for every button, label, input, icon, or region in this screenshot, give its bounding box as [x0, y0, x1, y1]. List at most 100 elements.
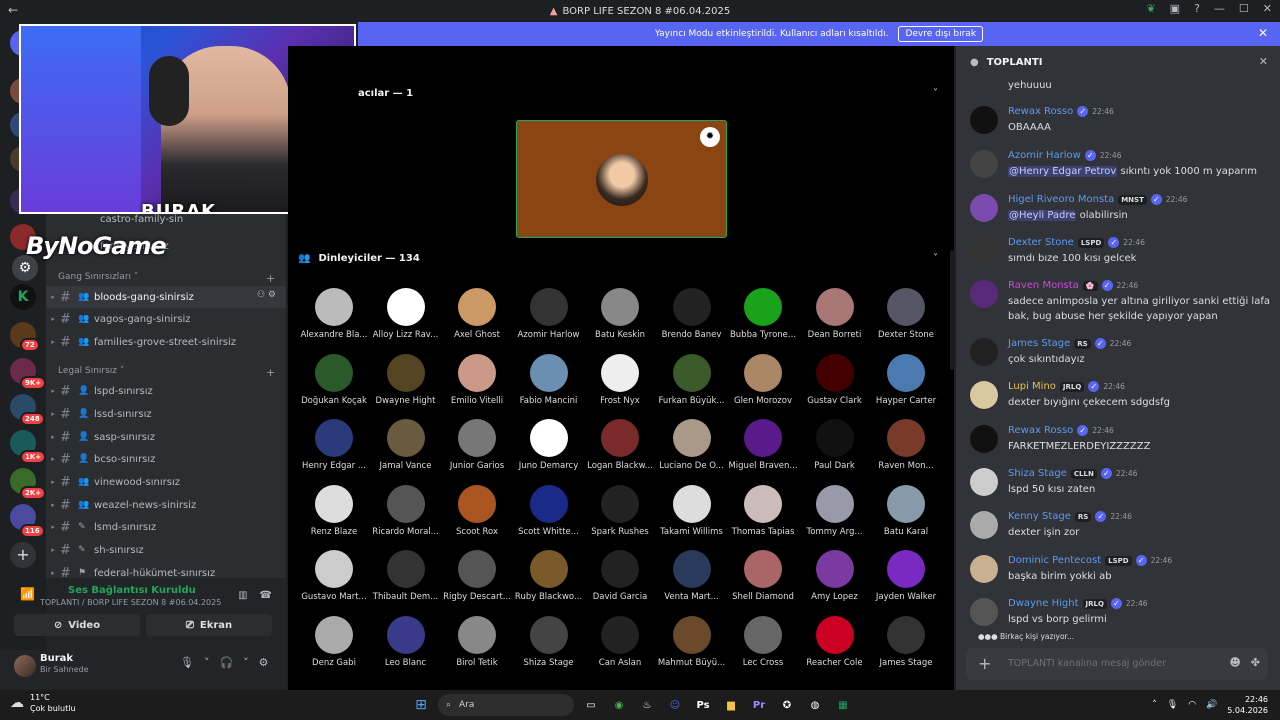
audience-member[interactable]: Fabio Mancini [513, 353, 585, 406]
audience-member[interactable]: Alexandre Bla... [298, 288, 370, 340]
audience-member[interactable]: Rigby Descart... [441, 550, 513, 602]
emoji-icon[interactable]: ☻ [1229, 656, 1240, 669]
disconnect-icon[interactable]: ☎ [260, 590, 272, 601]
minimize-icon[interactable]: — [1214, 2, 1225, 15]
microphone-icon[interactable]: 🎙 [180, 656, 194, 669]
channel-settings-icon[interactable]: ⚇ ⚙ [257, 290, 276, 300]
add-attachment-icon[interactable]: + [978, 654, 991, 673]
avatar[interactable] [970, 511, 998, 539]
audience-member[interactable]: Lec Cross [727, 615, 799, 668]
audience-member[interactable]: Ruby Blackwo... [513, 550, 585, 602]
avatar[interactable] [14, 655, 36, 677]
channel-item[interactable]: ▸ # 👥 vinewood-sınırsız [46, 471, 286, 493]
audience-member[interactable]: Frost Nyx [584, 353, 656, 406]
avatar[interactable] [970, 425, 998, 453]
avatar[interactable] [970, 106, 998, 134]
channel-item[interactable]: ▸ # ⚑ federal-hükümet-sınırsız [46, 562, 286, 579]
audience-member[interactable]: Jayden Walker [870, 550, 942, 602]
avatar[interactable] [970, 598, 998, 626]
start-icon[interactable]: ⊞ [410, 694, 432, 716]
audience-member[interactable]: David Garcia [584, 550, 656, 602]
audience-member[interactable]: Paul Dark [799, 419, 871, 471]
channel-item[interactable]: ▸ # 👤 lspd-sınırsız [46, 380, 286, 402]
audience-member[interactable]: Scott Whitte... [513, 484, 585, 537]
author-name[interactable]: Lupi Mino [1008, 381, 1056, 392]
audience-member[interactable]: Batu Keskin [584, 288, 656, 340]
author-name[interactable]: Higel Riveoro Monsta [1008, 194, 1114, 205]
leaf-icon[interactable]: ❦ [1146, 2, 1155, 15]
audience-member[interactable]: Venta Mart... [656, 550, 728, 602]
channel-item[interactable]: ▸ # 👥 bloods-gang-sinirsiz ⚇ ⚙ [46, 286, 286, 308]
voice-channel-path[interactable]: TOPLANTI / BORP LIFE SEZON 8 #06.04.2025 [40, 598, 221, 607]
channel-item[interactable]: ▸ # 👥 vagos-gang-sinirsiz [46, 308, 286, 330]
obs-icon[interactable]: ◍ [804, 694, 826, 716]
audience-member[interactable]: Doğukan Koçak [298, 353, 370, 406]
chevron-down-icon[interactable]: ˅ [204, 656, 210, 669]
author-name[interactable]: Dwayne Hight [1008, 598, 1079, 609]
channel-item[interactable]: ▸ # ✎ sh-sınırsız [46, 539, 286, 561]
speakers-header[interactable]: acılar — 1 ˅ [358, 88, 948, 108]
author-name[interactable]: James Stage [1008, 338, 1070, 349]
author-name[interactable]: Rewax Rosso [1008, 425, 1073, 436]
audience-member[interactable]: Scoot Rox [441, 484, 513, 537]
discord-icon[interactable]: ☺ [664, 694, 686, 716]
avatar[interactable] [970, 150, 998, 178]
folder-icon[interactable]: ▆ [720, 694, 742, 716]
speaker-tile[interactable]: ✹ [516, 120, 727, 238]
task-view-icon[interactable]: ▭ [580, 694, 602, 716]
audience-member[interactable]: Alloy Lizz Rav... [370, 288, 442, 340]
user-mention[interactable]: @Heyli Padre [1008, 210, 1077, 221]
audience-member[interactable]: Batu Karal [870, 484, 942, 537]
audience-member[interactable]: Ricardo Moral... [370, 484, 442, 537]
excel-icon[interactable]: ▦ [832, 694, 854, 716]
help-icon[interactable]: ? [1194, 2, 1200, 15]
kick-server-icon[interactable]: K [10, 284, 36, 310]
author-name[interactable]: Dexter Stone [1008, 237, 1074, 248]
steam-icon[interactable]: ♨ [636, 694, 658, 716]
user-name[interactable]: Burak [40, 653, 73, 664]
screen-icon[interactable]: ▣ [1170, 2, 1180, 15]
audience-member[interactable]: Shell Diamond [727, 550, 799, 602]
audience-member[interactable]: Shiza Stage [513, 615, 585, 668]
channel-item[interactable]: ▸ # ✎ lsmd-sınırsız [46, 516, 286, 538]
close-icon[interactable]: ✕ [1259, 55, 1268, 68]
audience-member[interactable]: Takami Willims [656, 484, 728, 537]
audience-member[interactable]: Gustavo Mart... [298, 550, 370, 602]
author-name[interactable]: Raven Monsta [1008, 280, 1079, 291]
clock[interactable]: 22:46 5.04.2026 [1227, 694, 1268, 716]
audience-member[interactable]: Mahmut Büyü... [656, 615, 728, 668]
audience-member[interactable]: Furkan Büyük... [656, 353, 728, 406]
category-gang[interactable]: Gang Sınırsızları ˅ + [58, 272, 275, 285]
audience-member[interactable]: Thibault Dem... [370, 550, 442, 602]
audience-member[interactable]: James Stage [870, 615, 942, 668]
chevron-down-icon[interactable]: ˅ [243, 656, 249, 669]
channel-item[interactable]: ▸ # 👥 weazel-news-sinirsiz [46, 494, 286, 516]
close-icon[interactable]: ✕ [1258, 26, 1268, 40]
audience-member[interactable]: Spark Rushes [584, 484, 656, 537]
settings-icon[interactable]: ⚙ [259, 656, 269, 669]
audience-member[interactable]: Dean Borreti [799, 288, 871, 340]
screen-share-button[interactable]: ⎚ Ekran [146, 614, 272, 636]
video-button[interactable]: ⊘ Video [14, 614, 140, 636]
microphone-icon[interactable]: 🎙 [1167, 700, 1178, 710]
avatar[interactable] [970, 237, 998, 265]
headphones-icon[interactable]: 🎧 [219, 656, 233, 669]
chevron-down-icon[interactable]: ˅ [933, 88, 938, 99]
audience-member[interactable]: Renz Blaze [298, 484, 370, 537]
audience-member[interactable]: Juno Demarcy [513, 419, 585, 471]
audience-member[interactable]: Tommy Arg... [799, 484, 871, 537]
audience-member[interactable]: Miguel Braven... [727, 419, 799, 471]
avatar[interactable] [970, 280, 998, 308]
soundboard-icon[interactable]: ▥ [238, 590, 247, 601]
audience-member[interactable]: Hayper Carter [870, 353, 942, 406]
close-window-icon[interactable]: ✕ [1263, 2, 1272, 15]
chrome-icon[interactable]: ◉ [608, 694, 630, 716]
avatar[interactable] [970, 194, 998, 222]
voice-status[interactable]: Ses Bağlantısı Kuruldu [68, 585, 196, 596]
add-channel-icon[interactable]: + [266, 272, 275, 285]
avatar[interactable] [970, 555, 998, 583]
audience-member[interactable]: Logan Blackw... [584, 419, 656, 471]
channel-item[interactable]: ▸ # 👤 lssd-sınırsız [46, 403, 286, 425]
audience-member[interactable]: Junior Garios [441, 419, 513, 471]
premiere-icon[interactable]: Pr [748, 694, 770, 716]
